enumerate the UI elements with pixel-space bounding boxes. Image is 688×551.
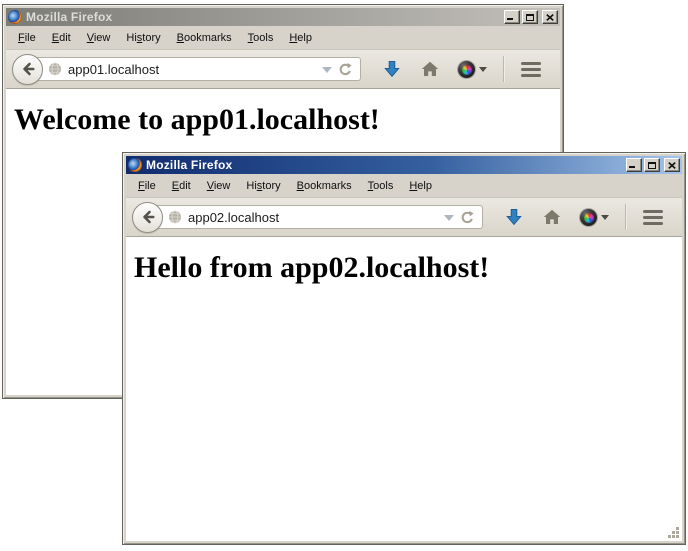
menubar: File Edit View History Bookmarks Tools H… xyxy=(126,174,682,197)
home-button[interactable] xyxy=(533,201,571,233)
site-globe-icon xyxy=(168,210,182,224)
titlebar[interactable]: Mozilla Firefox xyxy=(6,8,560,26)
maximize-button[interactable] xyxy=(522,10,538,24)
back-button[interactable] xyxy=(12,54,43,85)
window-title: Mozilla Firefox xyxy=(26,10,500,24)
caret-down-icon xyxy=(479,67,487,72)
minimize-icon xyxy=(629,166,635,168)
url-bar[interactable]: app01.localhost xyxy=(33,57,361,81)
close-icon xyxy=(668,162,676,169)
maximize-icon xyxy=(526,14,534,21)
urlbar-dropdown-icon[interactable] xyxy=(444,215,454,221)
maximize-button[interactable] xyxy=(644,158,660,172)
url-text[interactable]: app01.localhost xyxy=(68,62,316,77)
close-button[interactable] xyxy=(664,158,680,172)
url-bar[interactable]: app02.localhost xyxy=(153,205,483,229)
titlebar[interactable]: Mozilla Firefox xyxy=(126,156,682,174)
window-title: Mozilla Firefox xyxy=(146,158,622,172)
color-wheel-icon xyxy=(458,61,475,78)
minimize-button[interactable] xyxy=(626,158,642,172)
resize-grip[interactable] xyxy=(667,526,680,539)
close-icon xyxy=(546,14,554,21)
menu-tools[interactable]: Tools xyxy=(360,178,402,194)
minimize-icon xyxy=(507,18,513,20)
menu-history[interactable]: History xyxy=(118,30,168,46)
extension-colorwheel-button[interactable] xyxy=(571,201,617,233)
menu-button[interactable] xyxy=(634,201,672,233)
extension-colorwheel-button[interactable] xyxy=(449,53,495,85)
firefox-window-app02[interactable]: Mozilla Firefox File Edit View History B… xyxy=(122,152,686,545)
home-icon xyxy=(543,209,561,225)
menu-edit[interactable]: Edit xyxy=(44,30,79,46)
caret-down-icon xyxy=(601,215,609,220)
download-arrow-icon xyxy=(506,208,522,226)
menu-file[interactable]: File xyxy=(10,30,44,46)
menu-view[interactable]: View xyxy=(199,178,239,194)
reload-icon[interactable] xyxy=(338,62,353,77)
back-arrow-icon xyxy=(20,61,36,77)
menu-file[interactable]: File xyxy=(130,178,164,194)
firefox-logo-icon[interactable] xyxy=(8,10,22,24)
menu-button[interactable] xyxy=(512,53,550,85)
navigation-toolbar: app01.localhost xyxy=(6,49,560,89)
window-controls xyxy=(504,10,558,24)
hamburger-icon xyxy=(643,210,663,225)
toolbar-separator xyxy=(503,56,504,82)
menu-view[interactable]: View xyxy=(79,30,119,46)
toolbar-separator xyxy=(625,204,626,230)
color-wheel-icon xyxy=(580,209,597,226)
home-button[interactable] xyxy=(411,53,449,85)
menu-bookmarks[interactable]: Bookmarks xyxy=(169,30,240,46)
menu-bookmarks[interactable]: Bookmarks xyxy=(289,178,360,194)
close-button[interactable] xyxy=(542,10,558,24)
menu-edit[interactable]: Edit xyxy=(164,178,199,194)
maximize-icon xyxy=(648,162,656,169)
menu-history[interactable]: History xyxy=(238,178,288,194)
back-button[interactable] xyxy=(132,202,163,233)
menu-help[interactable]: Help xyxy=(401,178,440,194)
url-text[interactable]: app02.localhost xyxy=(188,210,438,225)
reload-icon[interactable] xyxy=(460,210,475,225)
page-heading: Welcome to app01.localhost! xyxy=(14,103,552,137)
page-content: Hello from app02.localhost! xyxy=(126,237,682,541)
window-controls xyxy=(626,158,680,172)
urlbar-dropdown-icon[interactable] xyxy=(322,67,332,73)
menubar: File Edit View History Bookmarks Tools H… xyxy=(6,26,560,49)
site-globe-icon xyxy=(48,62,62,76)
page-heading: Hello from app02.localhost! xyxy=(134,251,674,285)
minimize-button[interactable] xyxy=(504,10,520,24)
download-button[interactable] xyxy=(495,201,533,233)
hamburger-icon xyxy=(521,62,541,77)
download-arrow-icon xyxy=(384,60,400,78)
menu-tools[interactable]: Tools xyxy=(240,30,282,46)
menu-help[interactable]: Help xyxy=(281,30,320,46)
navigation-toolbar: app02.localhost xyxy=(126,197,682,237)
firefox-logo-icon[interactable] xyxy=(128,158,142,172)
download-button[interactable] xyxy=(373,53,411,85)
home-icon xyxy=(421,61,439,77)
back-arrow-icon xyxy=(140,209,156,225)
